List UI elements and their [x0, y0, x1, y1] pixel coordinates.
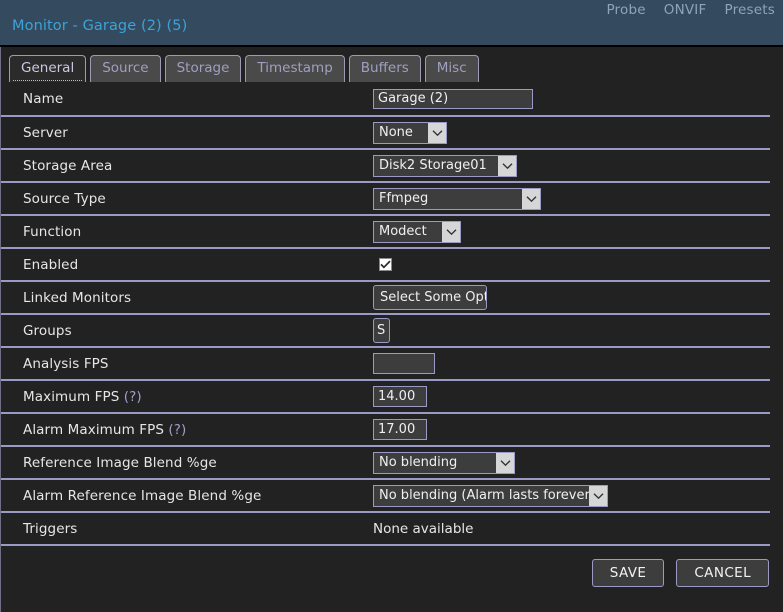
- field-reference-blend: No blending: [373, 451, 770, 474]
- label-maximum-fps: Maximum FPS (?): [1, 389, 373, 405]
- analysis-fps-input[interactable]: [373, 353, 435, 374]
- alarm-maximum-fps-help-link[interactable]: (?): [168, 422, 186, 438]
- row-name: Name: [1, 82, 770, 115]
- field-alarm-reference-blend: No blending (Alarm lasts forever): [373, 484, 770, 507]
- cancel-button[interactable]: CANCEL: [676, 559, 769, 587]
- chevron-down-icon: [442, 221, 460, 242]
- row-alarm-maximum-fps: Alarm Maximum FPS (?): [1, 412, 770, 445]
- server-select[interactable]: None: [373, 121, 447, 144]
- field-function: Modect: [373, 220, 770, 243]
- function-select-value: Modect: [379, 224, 427, 239]
- server-select-value: None: [379, 125, 413, 140]
- storage-area-select[interactable]: Disk2 Storage01: [373, 154, 517, 177]
- label-alarm-maximum-fps-text: Alarm Maximum FPS: [23, 421, 164, 438]
- reference-blend-select-value: No blending: [379, 455, 458, 470]
- general-settings-form: Name Server None Storage Area: [1, 82, 783, 546]
- chevron-down-icon: [496, 452, 514, 473]
- label-reference-blend: Reference Image Blend %ge: [23, 454, 217, 471]
- row-alarm-reference-blend: Alarm Reference Image Blend %ge No blend…: [1, 478, 770, 511]
- page-header: Probe ONVIF Presets Monitor - Garage (2)…: [0, 0, 783, 47]
- name-input[interactable]: [373, 88, 533, 109]
- form-actions: SAVE CANCEL: [1, 546, 783, 587]
- monitor-config-panel: General Source Storage Timestamp Buffers…: [0, 47, 783, 612]
- nav-link-presets[interactable]: Presets: [724, 0, 775, 20]
- label-source-type: Source Type: [23, 190, 106, 207]
- label-maximum-fps-text: Maximum FPS: [23, 388, 120, 405]
- tab-source[interactable]: Source: [90, 55, 161, 82]
- field-name: [373, 88, 770, 109]
- header-nav: Probe ONVIF Presets: [606, 0, 775, 20]
- label-name: Name: [23, 90, 64, 107]
- maximum-fps-input[interactable]: [373, 386, 427, 407]
- alarm-maximum-fps-input[interactable]: [373, 419, 427, 440]
- source-type-select[interactable]: Ffmpeg: [373, 187, 541, 210]
- alarm-reference-blend-select-value: No blending (Alarm lasts forever): [379, 488, 595, 503]
- groups-button[interactable]: S: [373, 318, 390, 343]
- reference-blend-select[interactable]: No blending: [373, 451, 515, 474]
- tab-buffers[interactable]: Buffers: [348, 55, 421, 82]
- row-analysis-fps: Analysis FPS: [1, 346, 770, 379]
- chevron-down-icon: [498, 155, 516, 176]
- save-button[interactable]: SAVE: [591, 559, 665, 587]
- label-enabled: Enabled: [23, 256, 79, 273]
- row-reference-blend: Reference Image Blend %ge No blending: [1, 445, 770, 478]
- tab-bar: General Source Storage Timestamp Buffers…: [1, 47, 783, 82]
- row-enabled: Enabled: [1, 247, 770, 280]
- label-groups: Groups: [23, 322, 72, 339]
- chevron-down-icon: [589, 485, 607, 506]
- row-linked-monitors: Linked Monitors Select Some Opt: [1, 280, 770, 313]
- label-alarm-maximum-fps: Alarm Maximum FPS (?): [1, 422, 373, 438]
- field-maximum-fps: [373, 386, 770, 407]
- field-analysis-fps: [373, 353, 770, 374]
- check-icon: [380, 260, 391, 269]
- field-linked-monitors: Select Some Opt: [373, 285, 770, 310]
- nav-link-onvif[interactable]: ONVIF: [664, 0, 707, 20]
- storage-area-select-value: Disk2 Storage01: [379, 158, 487, 173]
- field-server: None: [373, 121, 770, 144]
- page-title[interactable]: Monitor - Garage (2) (5): [12, 18, 187, 34]
- field-triggers: None available: [373, 521, 770, 537]
- row-groups: Groups S: [1, 313, 770, 346]
- tab-timestamp[interactable]: Timestamp: [245, 55, 345, 82]
- nav-link-probe[interactable]: Probe: [606, 0, 645, 20]
- field-storage-area: Disk2 Storage01: [373, 154, 770, 177]
- row-source-type: Source Type Ffmpeg: [1, 181, 770, 214]
- chevron-down-icon: [428, 122, 446, 143]
- row-maximum-fps: Maximum FPS (?): [1, 379, 770, 412]
- label-linked-monitors: Linked Monitors: [23, 289, 132, 306]
- alarm-reference-blend-select[interactable]: No blending (Alarm lasts forever): [373, 484, 608, 507]
- field-source-type: Ffmpeg: [373, 187, 770, 210]
- field-groups: S: [373, 318, 770, 343]
- label-alarm-reference-blend: Alarm Reference Image Blend %ge: [23, 487, 262, 504]
- label-function: Function: [23, 223, 82, 240]
- tab-general[interactable]: General: [9, 55, 87, 82]
- field-enabled: [373, 258, 770, 271]
- label-storage-area: Storage Area: [23, 157, 113, 174]
- row-storage-area: Storage Area Disk2 Storage01: [1, 148, 770, 181]
- chevron-down-icon: [522, 188, 540, 209]
- tab-misc[interactable]: Misc: [424, 55, 479, 82]
- source-type-select-value: Ffmpeg: [379, 191, 429, 206]
- linked-monitors-button[interactable]: Select Some Opt: [373, 285, 487, 310]
- maximum-fps-help-link[interactable]: (?): [124, 389, 142, 405]
- label-server: Server: [23, 124, 68, 141]
- row-function: Function Modect: [1, 214, 770, 247]
- tab-storage[interactable]: Storage: [164, 55, 242, 82]
- field-alarm-maximum-fps: [373, 419, 770, 440]
- triggers-value: None available: [373, 520, 474, 537]
- row-server: Server None: [1, 115, 770, 148]
- row-triggers: Triggers None available: [1, 511, 770, 544]
- label-triggers: Triggers: [23, 520, 78, 537]
- enabled-checkbox[interactable]: [379, 258, 392, 271]
- function-select[interactable]: Modect: [373, 220, 461, 243]
- label-analysis-fps: Analysis FPS: [23, 355, 109, 372]
